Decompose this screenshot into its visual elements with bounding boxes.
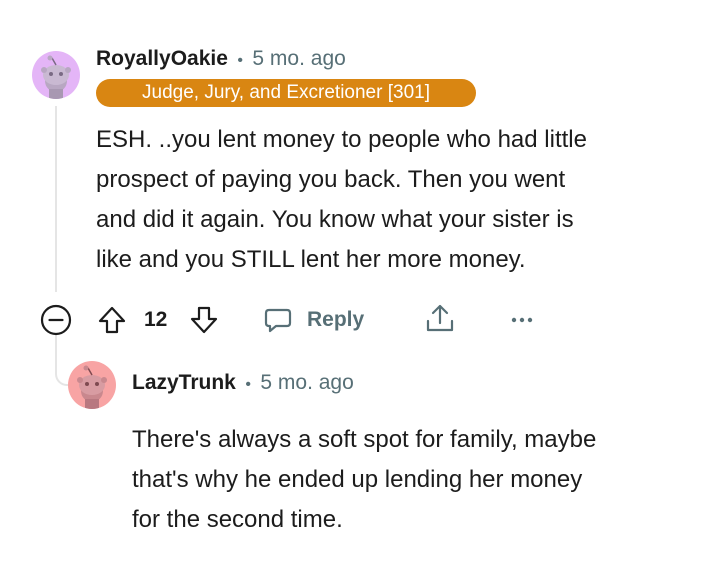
upvote-icon <box>98 306 126 334</box>
thread-line[interactable] <box>55 106 57 292</box>
comment-body: There's always a soft spot for family, m… <box>132 420 596 540</box>
separator-dot: • <box>245 376 251 393</box>
comment-body: ESH. ..you lent money to people who had … <box>96 120 587 280</box>
avatar[interactable] <box>68 361 116 409</box>
comment-line: like and you STILL lent her more money. <box>96 246 526 273</box>
vote-count: 12 <box>144 308 168 331</box>
username[interactable]: RoyallyOakie <box>96 47 228 70</box>
comment-header: RoyallyOakie • 5 mo. ago <box>96 47 346 71</box>
comment-line: and did it again. You know what your sis… <box>96 206 574 233</box>
avatar[interactable] <box>32 51 80 99</box>
reply-icon <box>262 304 294 336</box>
comment-line: that's why he ended up lending her money <box>132 466 583 493</box>
reply-label: Reply <box>307 308 365 331</box>
reply-button[interactable]: Reply <box>262 304 364 336</box>
collapse-icon <box>40 304 72 336</box>
share-button[interactable] <box>423 302 457 336</box>
comment-age: 5 mo. ago <box>252 47 346 70</box>
more-options-button[interactable] <box>509 308 535 332</box>
comment-header: LazyTrunk • 5 mo. ago <box>132 371 354 395</box>
comment-line: prospect of paying you back. Then you we… <box>96 166 566 193</box>
snoo-avatar-icon <box>77 365 107 409</box>
comment-line: There's always a soft spot for family, m… <box>132 426 597 453</box>
separator-dot: • <box>237 52 243 69</box>
downvote-button[interactable] <box>188 304 220 336</box>
username[interactable]: LazyTrunk <box>132 371 236 394</box>
comment-age: 5 mo. ago <box>260 371 354 394</box>
comment-line: ESH. ..you lent money to people who had … <box>96 126 587 153</box>
collapse-button[interactable] <box>39 303 73 337</box>
more-options-icon <box>511 317 533 323</box>
comment-line: for the second time. <box>132 506 343 533</box>
downvote-icon <box>190 306 218 334</box>
share-icon <box>426 304 454 332</box>
snoo-avatar-icon <box>41 55 71 99</box>
upvote-button[interactable] <box>96 304 128 336</box>
user-flair: Judge, Jury, and Excretioner [301] <box>96 79 476 107</box>
